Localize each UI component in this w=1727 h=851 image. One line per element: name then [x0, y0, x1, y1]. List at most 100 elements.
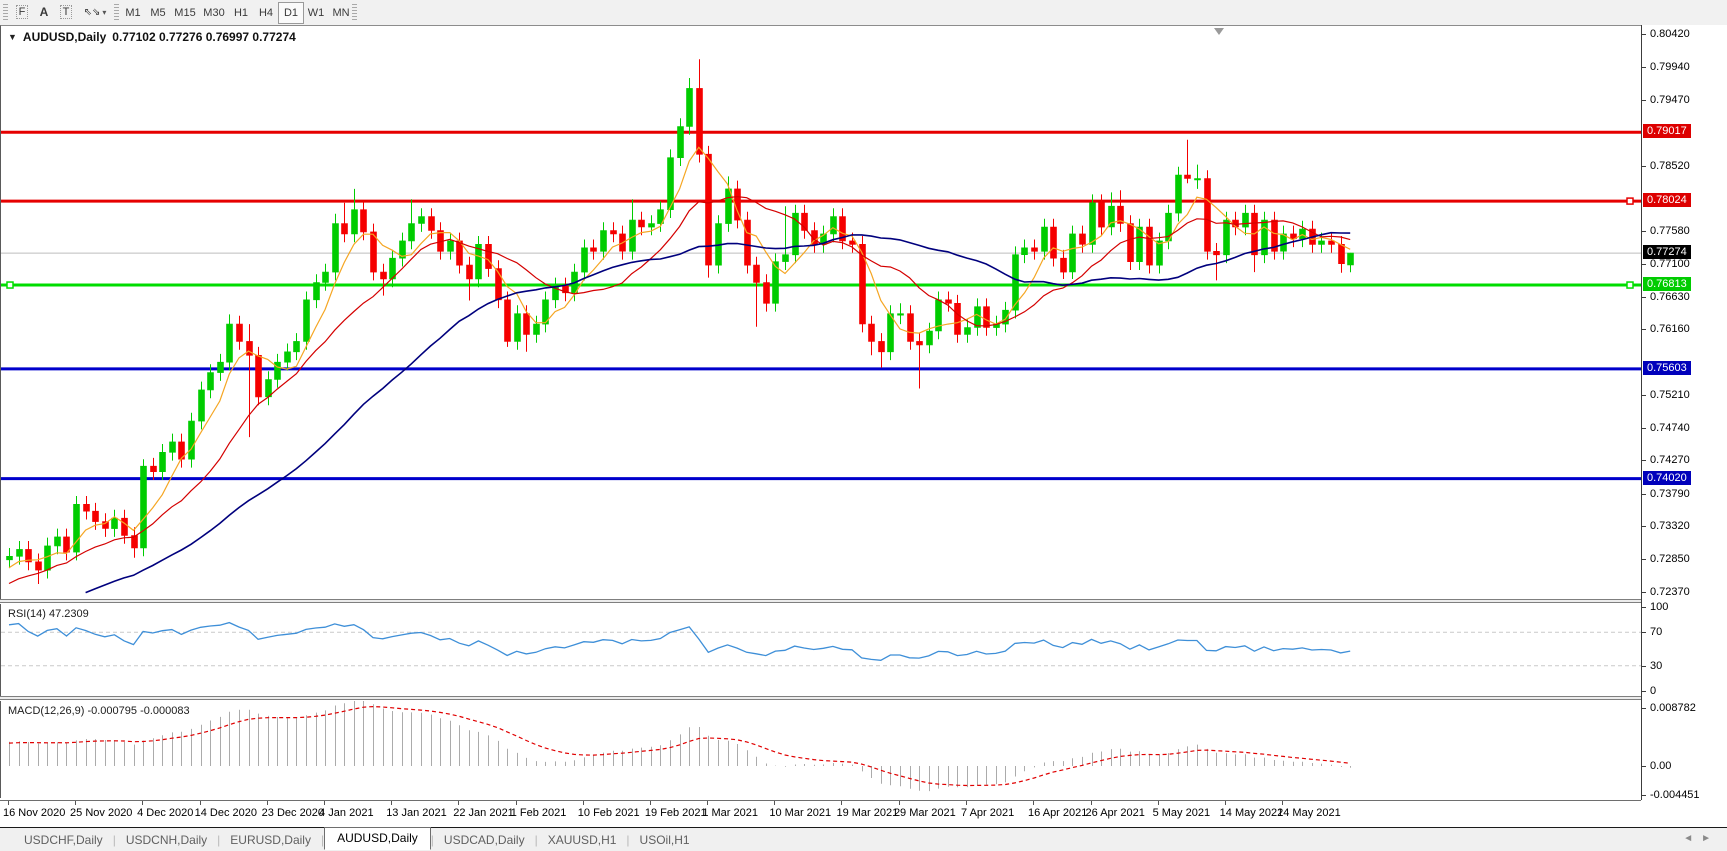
price-chart-panel[interactable]: ▼ AUDUSD,Daily 0.77102 0.77276 0.76997 0…: [0, 25, 1642, 601]
price-tick: [1642, 493, 1646, 495]
date-label: 26 Apr 2021: [1085, 807, 1145, 819]
arrows-tool-icon[interactable]: ⇖⇘ ▾: [80, 3, 110, 21]
date-tick: [266, 801, 268, 805]
date-label: 25 Nov 2020: [70, 807, 133, 819]
price-tick-label: 0.75210: [1650, 389, 1690, 402]
chart-tab-usdcnh[interactable]: USDCNH,Daily: [116, 831, 217, 849]
panel-splitter[interactable]: [0, 599, 1727, 603]
macd-panel[interactable]: MACD(12,26,9) -0.000795 -0.000083: [0, 701, 1642, 798]
chart-tab-usdchf[interactable]: USDCHF,Daily: [14, 831, 113, 849]
fibonacci-tool-icon[interactable]: F: [12, 3, 32, 21]
price-tick: [1642, 427, 1646, 429]
moving-average-34: [85, 231, 1351, 594]
ohlc-readout: 0.77102 0.77276 0.76997 0.77274: [112, 30, 296, 44]
price-tick: [1642, 592, 1646, 594]
price-tick-label: 0.76160: [1650, 323, 1690, 336]
toolbar-grip[interactable]: [3, 4, 8, 21]
timeframe-button-w1[interactable]: W1: [303, 2, 329, 24]
chart-tab-eurusd[interactable]: EURUSD,Daily: [220, 831, 321, 849]
date-label: 19 Feb 2021: [644, 807, 707, 819]
price-axis[interactable]: 0.80420 0.79940 0.79470 0.78520 0.77580 0.771…: [1641, 25, 1727, 801]
price-tick: [1642, 230, 1646, 232]
timeframe-button-m30[interactable]: M30: [199, 2, 229, 24]
price-tick-label: 0.80420: [1650, 28, 1690, 40]
date-tick: [774, 801, 776, 805]
date-tick: [707, 801, 709, 805]
timeframe-button-d1[interactable]: D1: [278, 2, 304, 24]
price-tick-label: 0.73320: [1650, 520, 1690, 533]
price-tick: [1642, 165, 1646, 167]
date-tick: [391, 801, 393, 805]
rsi-tick: [1642, 665, 1646, 667]
timeframe-button-h1[interactable]: H1: [228, 2, 254, 24]
date-label: 14 May 2021: [1219, 807, 1284, 819]
date-label: 16 Apr 2021: [1028, 807, 1088, 819]
price-tick: [1642, 264, 1646, 266]
level-badge-0.79017: 0.79017: [1643, 124, 1691, 139]
date-axis[interactable]: 16 Nov 2020 25 Nov 2020 4 Dec 2020 14 Dec 2…: [0, 800, 1641, 827]
moving-average-5: [8, 146, 1351, 569]
toolbar-separator: [114, 4, 119, 21]
price-tick-label: 0.78520: [1650, 159, 1690, 172]
date-label: 1 Mar 2021: [702, 807, 758, 819]
toolbar: F A T ⇖⇘ ▾ M1 M5 M15 M30 H1 H4 D1 W1 MN: [0, 0, 1727, 26]
date-label: 4 Jan 2021: [319, 807, 374, 819]
macd-tick-label: -0.004451: [1650, 789, 1700, 801]
date-tick: [966, 801, 967, 805]
macd-tick: [1642, 766, 1646, 767]
date-label: 4 Dec 2020: [137, 807, 194, 819]
date-tick: [324, 801, 326, 805]
chart-tab-audusd[interactable]: AUDUSD,Daily: [324, 826, 431, 850]
terminal-window: F A T ⇖⇘ ▾ M1 M5 M15 M30 H1 H4 D1 W1 MN ▼ AUDUSD…: [0, 0, 1727, 851]
date-label: 10 Mar 2021: [769, 807, 832, 819]
price-tick: [1642, 329, 1646, 331]
price-tick-label: 0.72850: [1650, 552, 1690, 565]
date-tick: [8, 801, 9, 805]
rsi-plot: [1, 621, 1642, 667]
chart-tab-xauusd[interactable]: XAUUSD,H1: [538, 831, 627, 849]
timeframe-button-h4[interactable]: H4: [253, 2, 279, 24]
macd-tick-label: 0.00: [1650, 760, 1672, 772]
timeframe-button-m5[interactable]: M5: [145, 2, 171, 24]
price-tick-label: 0.77580: [1650, 224, 1690, 237]
tab-scroll-right-icon[interactable]: ►: [1701, 833, 1719, 844]
chevron-down-icon: ▾: [102, 7, 107, 17]
price-tick-label: 0.74740: [1650, 421, 1690, 434]
macd-plot: [8, 701, 1351, 792]
text-tool-icon[interactable]: A: [36, 3, 52, 21]
date-tick: [898, 801, 900, 805]
date-label: 24 May 2021: [1277, 807, 1341, 819]
timeframe-button-m1[interactable]: M1: [120, 2, 146, 24]
macd-histogram: [9, 701, 1351, 792]
price-tick-label: 0.79940: [1650, 61, 1690, 74]
date-label: 1 Feb 2021: [510, 807, 567, 819]
date-tick: [1090, 801, 1092, 805]
chart-shift-marker: [1214, 28, 1224, 35]
text-label-tool-icon[interactable]: T: [56, 3, 76, 21]
date-label: 23 Dec 2020: [261, 807, 325, 819]
chart-tab-usoil[interactable]: USOil,H1: [630, 831, 700, 849]
date-label: 14 Dec 2020: [194, 807, 257, 819]
date-tick: [841, 801, 843, 805]
price-tick-label: 0.79470: [1650, 93, 1690, 106]
macd-tick: [1642, 795, 1646, 796]
chevron-down-icon[interactable]: ▼: [8, 32, 17, 42]
date-tick: [649, 801, 651, 805]
timeframe-button-m15[interactable]: M15: [170, 2, 200, 24]
macd-label: MACD(12,26,9) -0.000795 -0.000083: [8, 705, 190, 717]
date-tick: [1033, 801, 1035, 805]
date-tick: [515, 801, 517, 805]
price-tick: [1642, 395, 1646, 397]
tab-scroll-left-icon[interactable]: ◄: [1683, 833, 1701, 844]
macd-tick-label: 0.008782: [1650, 701, 1696, 714]
price-tick-label: 0.73790: [1650, 487, 1690, 500]
date-tick: [75, 801, 77, 805]
rsi-panel[interactable]: RSI(14) 47.2309: [0, 604, 1642, 697]
chart-tab-usdcad[interactable]: USDCAD,Daily: [434, 831, 535, 849]
date-tick: [582, 801, 584, 805]
rsi-tick: [1642, 632, 1646, 634]
timeframe-button-mn[interactable]: MN: [328, 2, 354, 24]
level-handle-left: [6, 281, 14, 289]
panel-splitter-2[interactable]: [0, 696, 1727, 700]
candlestick-chart[interactable]: [1, 26, 1642, 601]
